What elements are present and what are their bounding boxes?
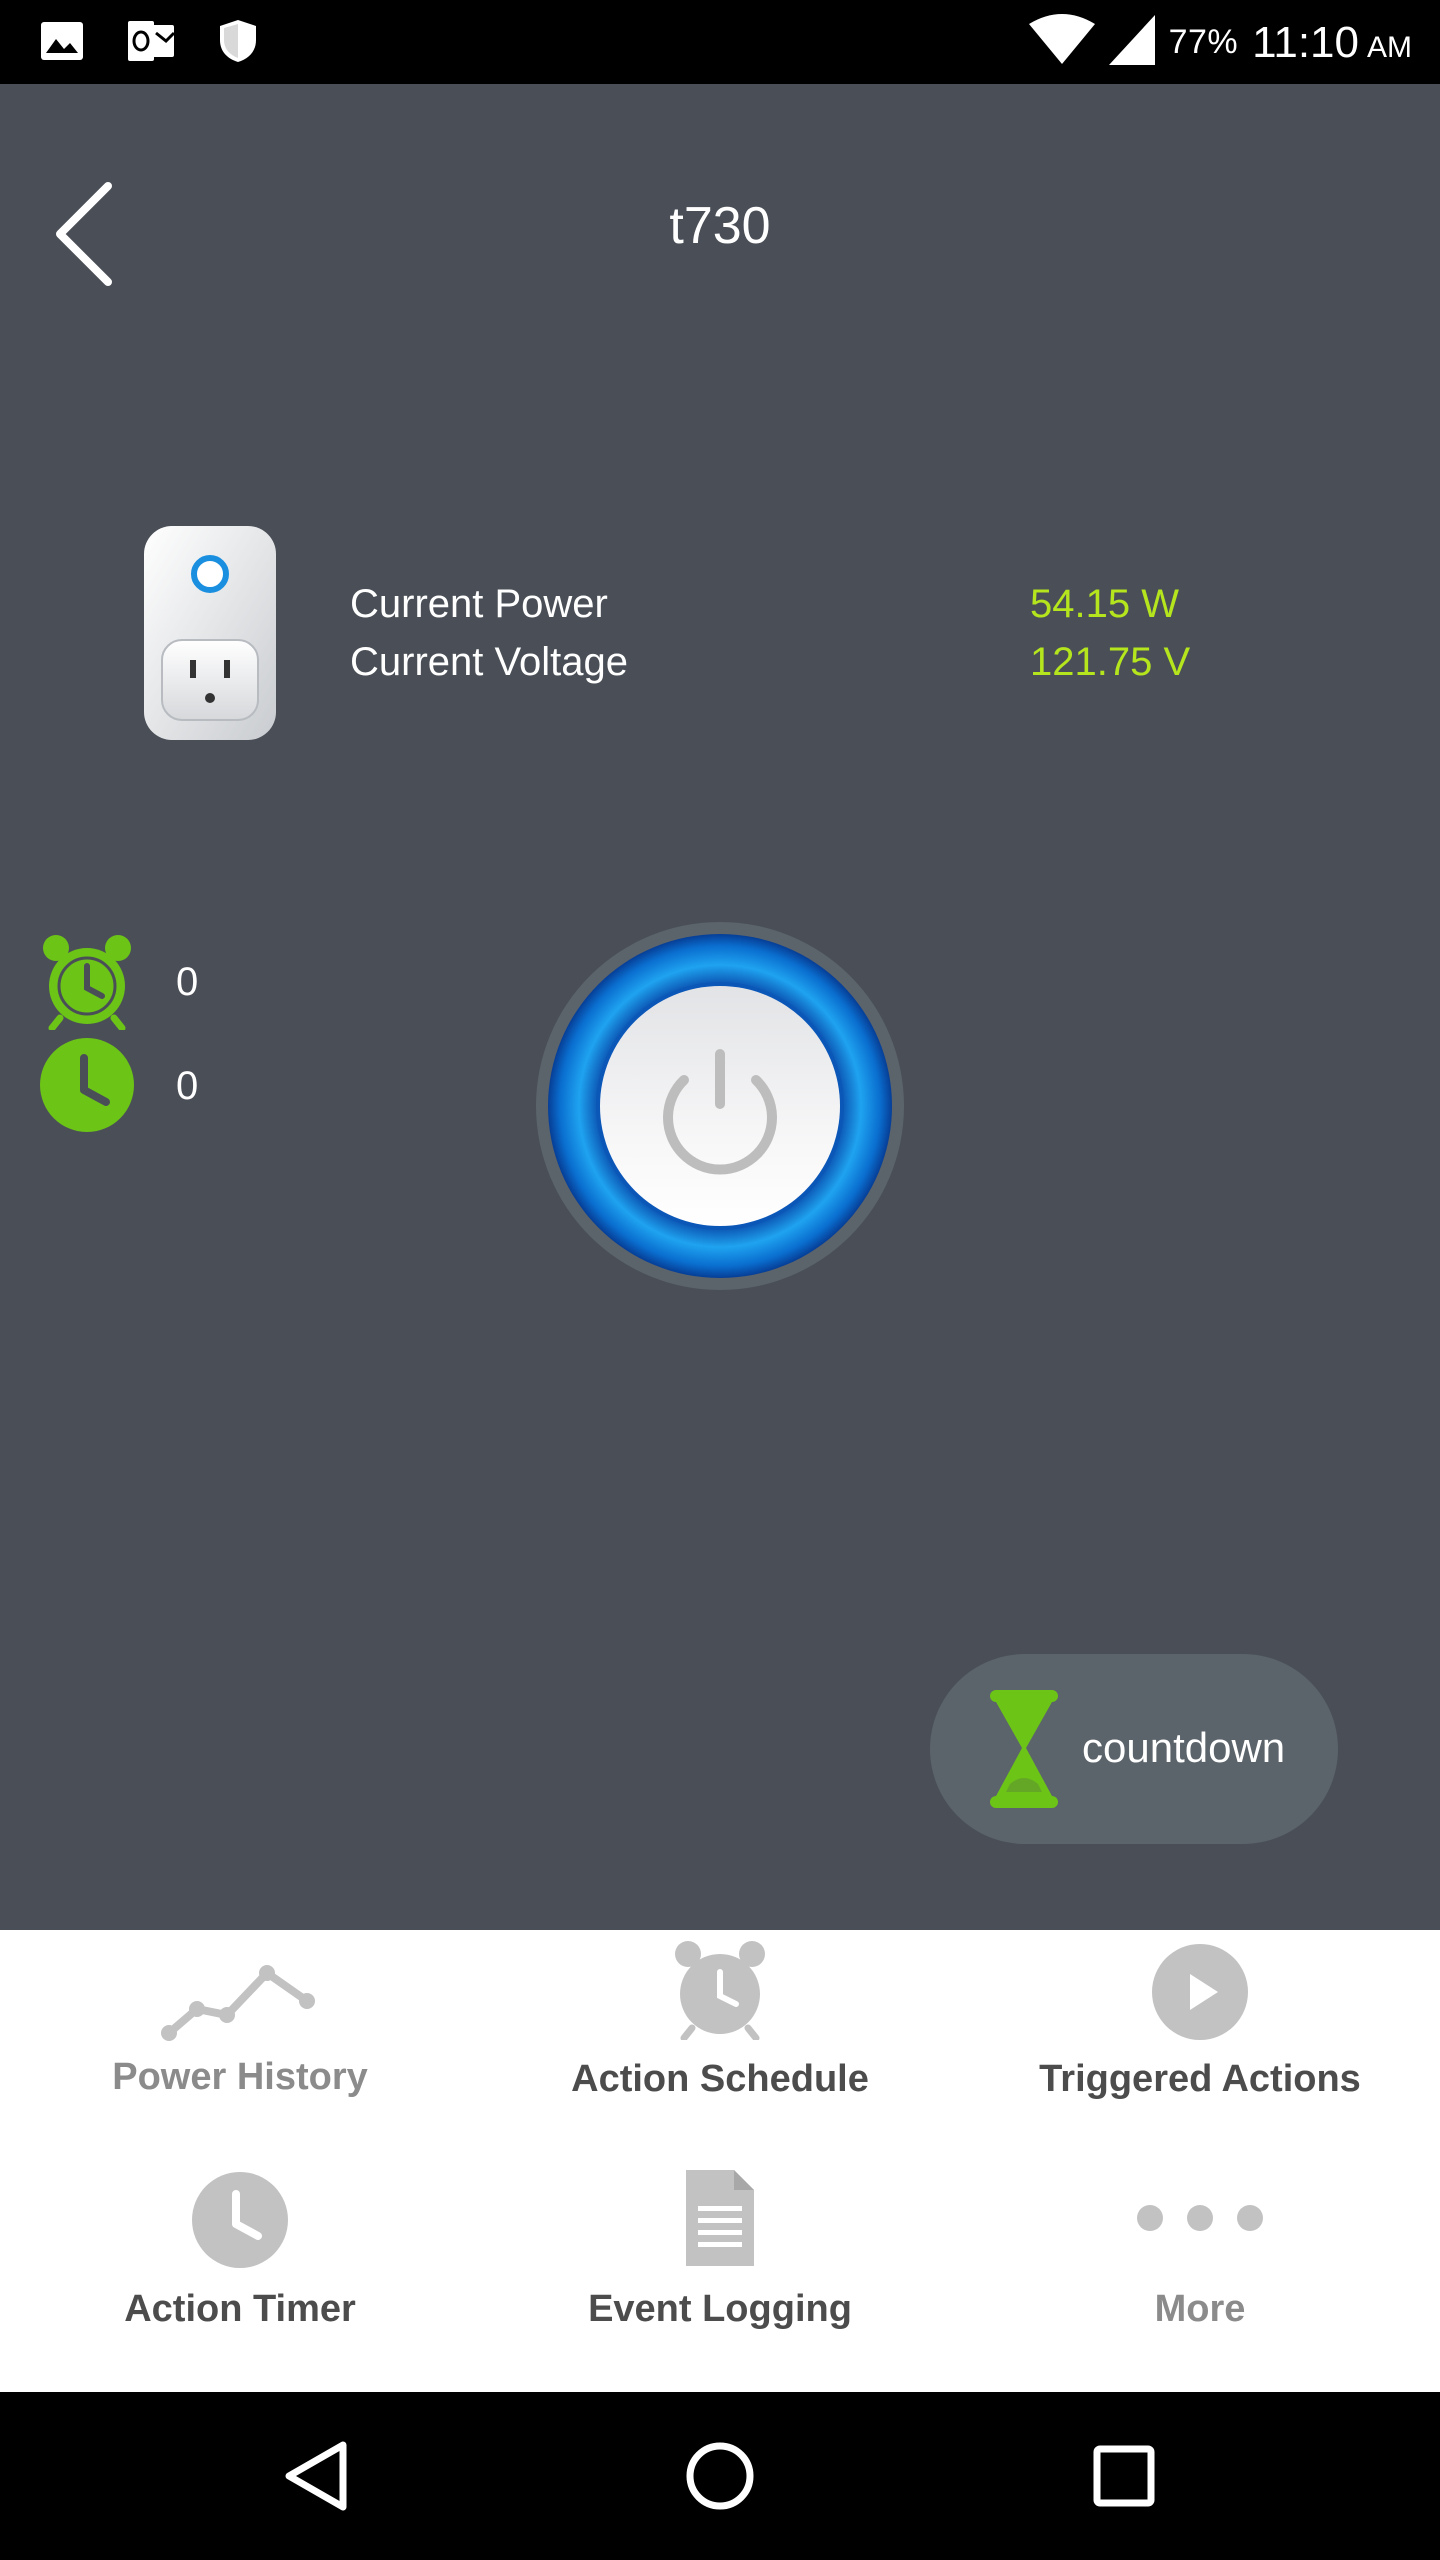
status-bar: 77% 11:10 AM: [0, 0, 1440, 84]
menu-more-label: More: [1154, 2288, 1246, 2330]
image-icon: [40, 21, 84, 66]
smart-plug-image: [140, 522, 280, 744]
clock-icon: [0, 2158, 480, 2278]
menu-more[interactable]: More: [960, 2158, 1440, 2388]
current-voltage-value: 121.75 V: [1030, 640, 1191, 684]
document-icon: [480, 2158, 960, 2278]
current-voltage-label: Current Voltage: [350, 640, 628, 684]
nav-recents-icon: [1093, 2445, 1155, 2507]
feature-menu: Power History Action Schedule Triggered …: [0, 1930, 1440, 2392]
hourglass-icon: [986, 1688, 1062, 1810]
play-icon: [960, 1930, 1440, 2050]
wifi-icon: [1028, 14, 1095, 71]
nav-home-button[interactable]: [630, 2392, 810, 2560]
system-nav-bar: [0, 2392, 1440, 2560]
nav-back-icon: [285, 2441, 347, 2511]
nav-home-icon: [686, 2442, 754, 2510]
schedule-count: 0: [176, 960, 199, 1004]
battery-percentage: 77%: [1168, 23, 1239, 61]
nav-back-button[interactable]: [226, 2392, 406, 2560]
clock-ampm: AM: [1367, 30, 1412, 64]
timer-count: 0: [176, 1064, 199, 1108]
menu-action-schedule[interactable]: Action Schedule: [480, 1930, 960, 2160]
menu-triggered-actions-label: Triggered Actions: [1039, 2058, 1361, 2100]
signal-icon: [1108, 15, 1155, 70]
more-dots-icon: [960, 2158, 1440, 2278]
menu-event-logging[interactable]: Event Logging: [480, 2158, 960, 2388]
shield-icon: [218, 18, 258, 69]
menu-action-timer-label: Action Timer: [124, 2288, 356, 2330]
current-power-label: Current Power: [350, 582, 608, 626]
nav-recents-button[interactable]: [1034, 2392, 1214, 2560]
menu-triggered-actions[interactable]: Triggered Actions: [960, 1930, 1440, 2160]
menu-event-logging-label: Event Logging: [588, 2288, 852, 2330]
menu-action-schedule-label: Action Schedule: [571, 2058, 869, 2100]
menu-power-history-label: Power History: [112, 2056, 368, 2098]
timer-clock-icon: [38, 1036, 136, 1134]
menu-action-timer[interactable]: Action Timer: [0, 2158, 480, 2388]
clock-time: 11:10: [1252, 17, 1359, 67]
schedule-alarm-icon: [38, 932, 136, 1032]
outlook-icon: [126, 19, 176, 68]
countdown-label: countdown: [1082, 1724, 1286, 1771]
menu-power-history[interactable]: Power History: [0, 1930, 480, 2160]
alarm-clock-icon: [480, 1930, 960, 2050]
page-title: t730: [669, 197, 771, 255]
power-toggle-button[interactable]: [534, 920, 906, 1292]
line-chart-icon: [0, 1930, 480, 2050]
current-power-value: 54.15 W: [1030, 582, 1179, 626]
countdown-button[interactable]: countdown: [930, 1654, 1338, 1844]
device-panel: t730 Current Power Current Voltage 54.15…: [0, 84, 1440, 1930]
